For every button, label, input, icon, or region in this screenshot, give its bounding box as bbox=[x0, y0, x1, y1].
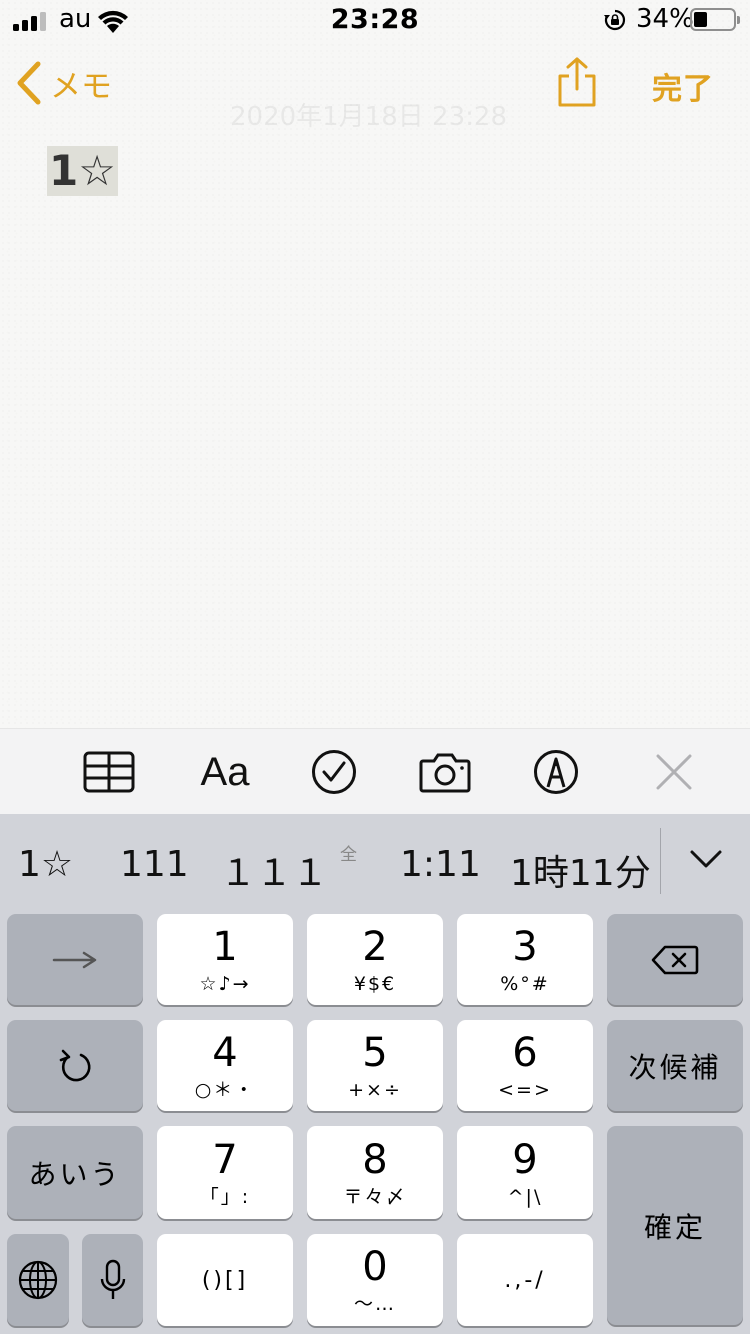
key-4[interactable]: 4 ○＊・ bbox=[157, 1020, 293, 1111]
punctuation-key[interactable]: .,-/ bbox=[457, 1234, 593, 1326]
globe-icon bbox=[18, 1260, 58, 1300]
globe-key[interactable] bbox=[7, 1234, 69, 1326]
close-icon[interactable] bbox=[644, 747, 704, 797]
undo-key[interactable] bbox=[7, 1020, 143, 1111]
backspace-key[interactable] bbox=[607, 914, 743, 1005]
battery-percent: 34% bbox=[636, 4, 694, 34]
checklist-icon[interactable] bbox=[304, 747, 364, 797]
camera-icon[interactable] bbox=[415, 747, 475, 797]
table-icon[interactable] bbox=[79, 747, 139, 797]
note-date: 2020年1月18日 23:28 bbox=[230, 102, 507, 132]
done-button[interactable]: 完了 bbox=[652, 64, 714, 108]
candidate-item[interactable]: 1:11 bbox=[400, 844, 481, 885]
delete-backward-icon bbox=[651, 945, 699, 974]
key-6[interactable]: 6 <=> bbox=[457, 1020, 593, 1111]
microphone-key[interactable] bbox=[82, 1234, 143, 1326]
microphone-icon bbox=[100, 1259, 125, 1299]
candidate-item[interactable]: 111 bbox=[120, 844, 189, 885]
candidate-divider bbox=[660, 828, 661, 894]
chevron-down-icon[interactable] bbox=[688, 844, 724, 874]
key-1[interactable]: 1 ☆♪→ bbox=[157, 914, 293, 1005]
next-candidate-key[interactable]: 次候補 bbox=[607, 1020, 743, 1111]
arrow-right-icon bbox=[52, 951, 97, 968]
share-icon[interactable] bbox=[555, 56, 599, 108]
key-9[interactable]: 9 ^|\ bbox=[457, 1126, 593, 1219]
undo-icon bbox=[59, 1049, 91, 1081]
chevron-left-icon bbox=[17, 61, 41, 105]
battery-icon bbox=[690, 8, 740, 31]
back-button[interactable]: メモ bbox=[14, 58, 112, 108]
key-5[interactable]: 5 +×÷ bbox=[307, 1020, 443, 1111]
parentheses-key[interactable]: ()[] bbox=[157, 1234, 293, 1326]
japanese-number-keyboard: 1☆ 111 １１１ 全 1:11 1時11分 1 ☆♪→ 2 ¥$€ 3 %°… bbox=[0, 814, 750, 1334]
note-body-text[interactable]: 1☆ bbox=[47, 146, 118, 196]
markup-pen-icon[interactable] bbox=[526, 747, 586, 797]
key-3[interactable]: 3 %°# bbox=[457, 914, 593, 1005]
key-7[interactable]: 7 「」: bbox=[157, 1126, 293, 1219]
confirm-key[interactable]: 確定 bbox=[607, 1126, 743, 1325]
key-8[interactable]: 8 〒々〆 bbox=[307, 1126, 443, 1219]
cursor-right-key[interactable] bbox=[7, 914, 143, 1005]
orientation-lock-icon bbox=[604, 9, 626, 31]
status-bar: au 23:28 34% bbox=[0, 0, 750, 40]
key-0[interactable]: 0 〜… bbox=[307, 1234, 443, 1326]
candidate-bar: 1☆ 111 １１１ 全 1:11 1時11分 bbox=[0, 814, 750, 910]
format-toolbar: Aa bbox=[0, 728, 750, 814]
candidate-item[interactable]: １１１ bbox=[220, 844, 328, 896]
fullwidth-marker: 全 bbox=[340, 845, 357, 865]
candidate-item[interactable]: 1時11分 bbox=[510, 844, 651, 896]
kana-mode-key[interactable]: あいう bbox=[7, 1126, 143, 1219]
back-button-label: メモ bbox=[50, 68, 112, 105]
text-style-button[interactable]: Aa bbox=[195, 747, 255, 797]
candidate-item[interactable]: 1☆ bbox=[18, 844, 73, 885]
key-2[interactable]: 2 ¥$€ bbox=[307, 914, 443, 1005]
